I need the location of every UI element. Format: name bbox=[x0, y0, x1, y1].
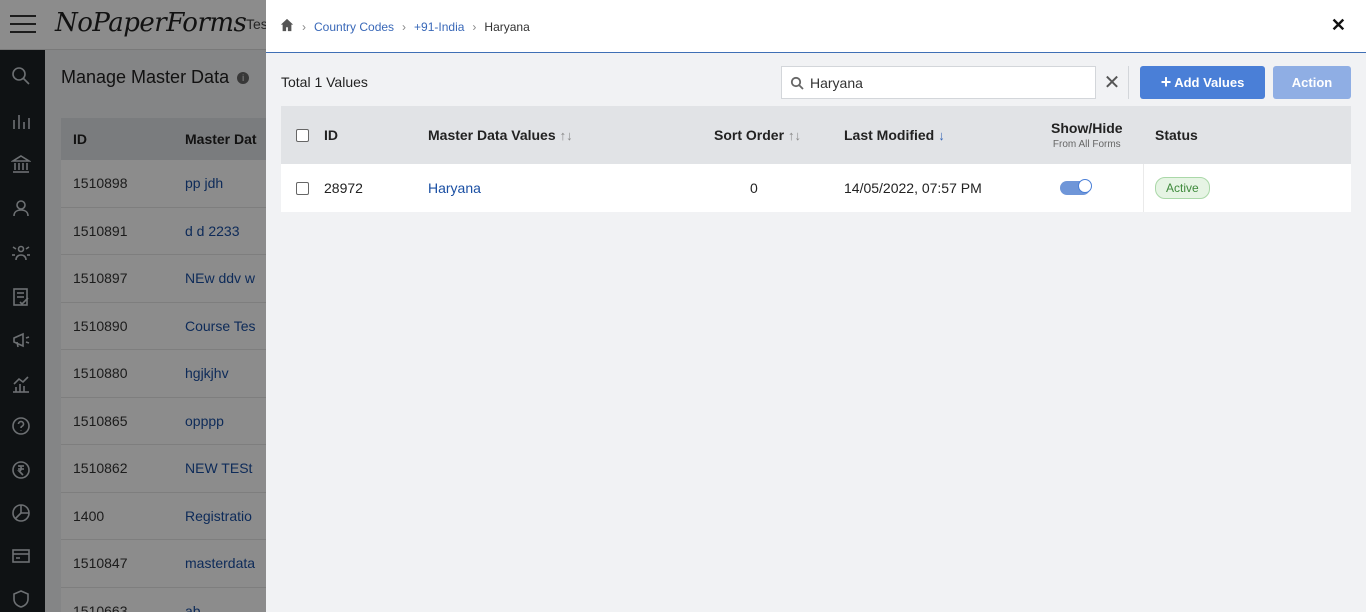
row-sort-order: 0 bbox=[750, 180, 758, 196]
row-checkbox[interactable] bbox=[296, 164, 309, 212]
header-show-hide: Show/Hide From All Forms bbox=[1051, 106, 1123, 164]
sort-icon[interactable]: ↑↓ bbox=[788, 128, 801, 143]
column-divider bbox=[1143, 164, 1144, 212]
header-values-label: Master Data Values bbox=[428, 127, 556, 143]
header-status: Status bbox=[1155, 127, 1198, 143]
chevron-right-icon: › bbox=[302, 19, 306, 34]
search-icon bbox=[790, 76, 804, 90]
visibility-toggle[interactable] bbox=[1060, 164, 1092, 212]
table-header: ID Master Data Values ↑↓ Sort Order ↑↓ Las… bbox=[281, 106, 1351, 164]
clear-search-icon[interactable]: ✕ bbox=[1095, 66, 1128, 99]
values-table: ID Master Data Values ↑↓ Sort Order ↑↓ Las… bbox=[281, 106, 1351, 212]
add-values-label: Add Values bbox=[1174, 75, 1245, 90]
close-icon[interactable]: ✕ bbox=[1331, 14, 1346, 36]
add-values-button[interactable]: + Add Values bbox=[1140, 66, 1265, 99]
action-button[interactable]: Action bbox=[1273, 66, 1351, 99]
breadcrumb-country[interactable]: +91-India bbox=[414, 20, 464, 34]
header-id: ID bbox=[324, 127, 338, 143]
row-value-link[interactable]: Haryana bbox=[428, 164, 481, 212]
search-input[interactable] bbox=[804, 67, 1095, 98]
search-field: ✕ bbox=[781, 66, 1129, 99]
header-show-hide-label: Show/Hide bbox=[1051, 120, 1123, 136]
home-icon[interactable] bbox=[280, 18, 294, 35]
sort-icon[interactable]: ↑↓ bbox=[560, 128, 573, 143]
breadcrumb-current: Haryana bbox=[484, 19, 530, 34]
select-all-checkbox[interactable] bbox=[296, 106, 309, 164]
values-drawer: › Country Codes › +91-India › Haryana ✕ … bbox=[266, 0, 1366, 612]
chevron-right-icon: › bbox=[402, 19, 407, 34]
row-id: 28972 bbox=[324, 180, 363, 196]
chevron-right-icon: › bbox=[472, 19, 477, 34]
header-values[interactable]: Master Data Values ↑↓ bbox=[428, 106, 573, 164]
row-last-modified: 14/05/2022, 07:57 PM bbox=[844, 180, 982, 196]
status-badge: Active bbox=[1155, 164, 1210, 212]
header-show-hide-sub: From All Forms bbox=[1052, 139, 1121, 150]
header-sort-order[interactable]: Sort Order ↑↓ bbox=[714, 106, 801, 164]
breadcrumb: › Country Codes › +91-India › Haryana bbox=[280, 18, 530, 35]
table-row: 28972 Haryana 0 14/05/2022, 07:57 PM Act… bbox=[281, 164, 1351, 212]
header-sort-order-label: Sort Order bbox=[714, 127, 785, 143]
status-badge-label: Active bbox=[1155, 177, 1210, 199]
sort-desc-icon[interactable]: ↓ bbox=[938, 128, 945, 143]
plus-icon: + bbox=[1160, 72, 1172, 92]
total-values: Total 1 Values bbox=[281, 74, 368, 90]
header-last-modified[interactable]: Last Modified ↓ bbox=[844, 106, 945, 164]
breadcrumb-country-codes[interactable]: Country Codes bbox=[314, 20, 394, 34]
drawer-header: › Country Codes › +91-India › Haryana ✕ bbox=[266, 0, 1366, 53]
header-last-modified-label: Last Modified bbox=[844, 127, 935, 143]
